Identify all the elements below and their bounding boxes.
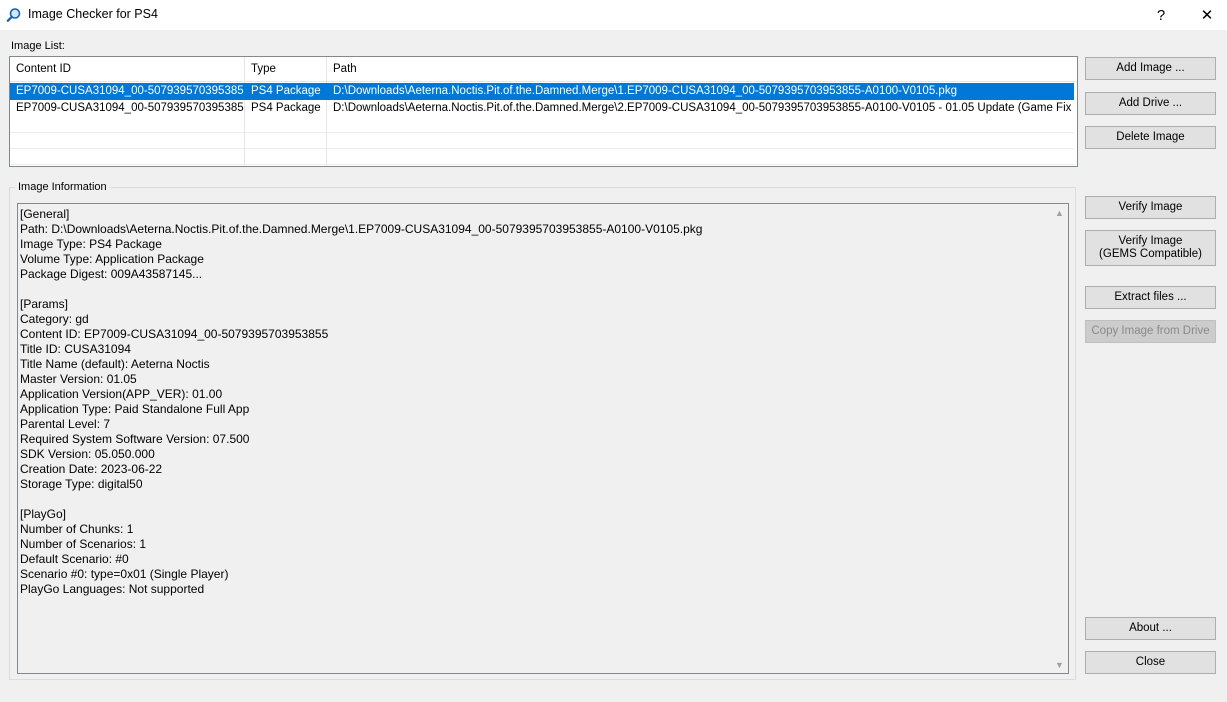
image-information-label: Image Information: [15, 181, 110, 193]
empty-row: [10, 149, 1074, 165]
image-list[interactable]: Content ID Type Path EP7009-CUSA31094_00…: [9, 56, 1078, 167]
row-path: D:\Downloads\Aeterna.Noctis.Pit.of.the.D…: [333, 102, 1074, 114]
delete-image-button[interactable]: Delete Image: [1085, 126, 1216, 149]
verify-gems-line2: (GEMS Compatible): [1099, 248, 1202, 260]
app-magnifier-icon: [6, 8, 21, 22]
row-content-id: EP7009-CUSA31094_00-5079395703953855: [10, 83, 245, 100]
row-type: PS4 Package: [245, 83, 327, 100]
image-information-textbox[interactable]: [General] Path: D:\Downloads\Aeterna.Noc…: [17, 203, 1069, 674]
row-path: D:\Downloads\Aeterna.Noctis.Pit.of.the.D…: [333, 85, 957, 97]
window-title: Image Checker for PS4: [28, 7, 158, 21]
empty-row: [10, 133, 1074, 149]
add-drive-button[interactable]: Add Drive ...: [1085, 92, 1216, 115]
image-information-text: [General] Path: D:\Downloads\Aeterna.Noc…: [20, 207, 703, 596]
copy-image-from-drive-button[interactable]: Copy Image from Drive: [1085, 320, 1216, 343]
table-row[interactable]: EP7009-CUSA31094_00-5079395703953855 PS4…: [10, 100, 1074, 117]
verify-gems-line1: Verify Image: [1118, 235, 1183, 247]
image-list-header: Content ID Type Path: [10, 57, 1077, 82]
row-type: PS4 Package: [245, 100, 327, 117]
column-header-type[interactable]: Type: [245, 57, 327, 81]
column-header-path[interactable]: Path: [327, 57, 1077, 81]
help-button[interactable]: ?: [1138, 0, 1184, 30]
window-close-button[interactable]: ✕: [1184, 0, 1227, 30]
table-row[interactable]: EP7009-CUSA31094_00-5079395703953855 PS4…: [10, 83, 1074, 100]
row-content-id: EP7009-CUSA31094_00-5079395703953855: [10, 100, 245, 117]
add-image-button[interactable]: Add Image ...: [1085, 57, 1216, 80]
image-list-label: Image List:: [11, 40, 65, 52]
scroll-up-icon[interactable]: ▲: [1051, 204, 1068, 221]
verify-image-gems-button[interactable]: Verify Image (GEMS Compatible): [1085, 230, 1216, 266]
verify-image-button[interactable]: Verify Image: [1085, 196, 1216, 219]
extract-files-button[interactable]: Extract files ...: [1085, 286, 1216, 309]
about-button[interactable]: About ...: [1085, 617, 1216, 640]
column-header-content-id[interactable]: Content ID: [10, 57, 245, 81]
empty-row: [10, 117, 1074, 133]
title-bar: Image Checker for PS4 ? ✕: [0, 0, 1227, 30]
vertical-scrollbar[interactable]: ▲ ▼: [1051, 204, 1068, 673]
scroll-down-icon[interactable]: ▼: [1051, 656, 1068, 673]
close-button[interactable]: Close: [1085, 651, 1216, 674]
